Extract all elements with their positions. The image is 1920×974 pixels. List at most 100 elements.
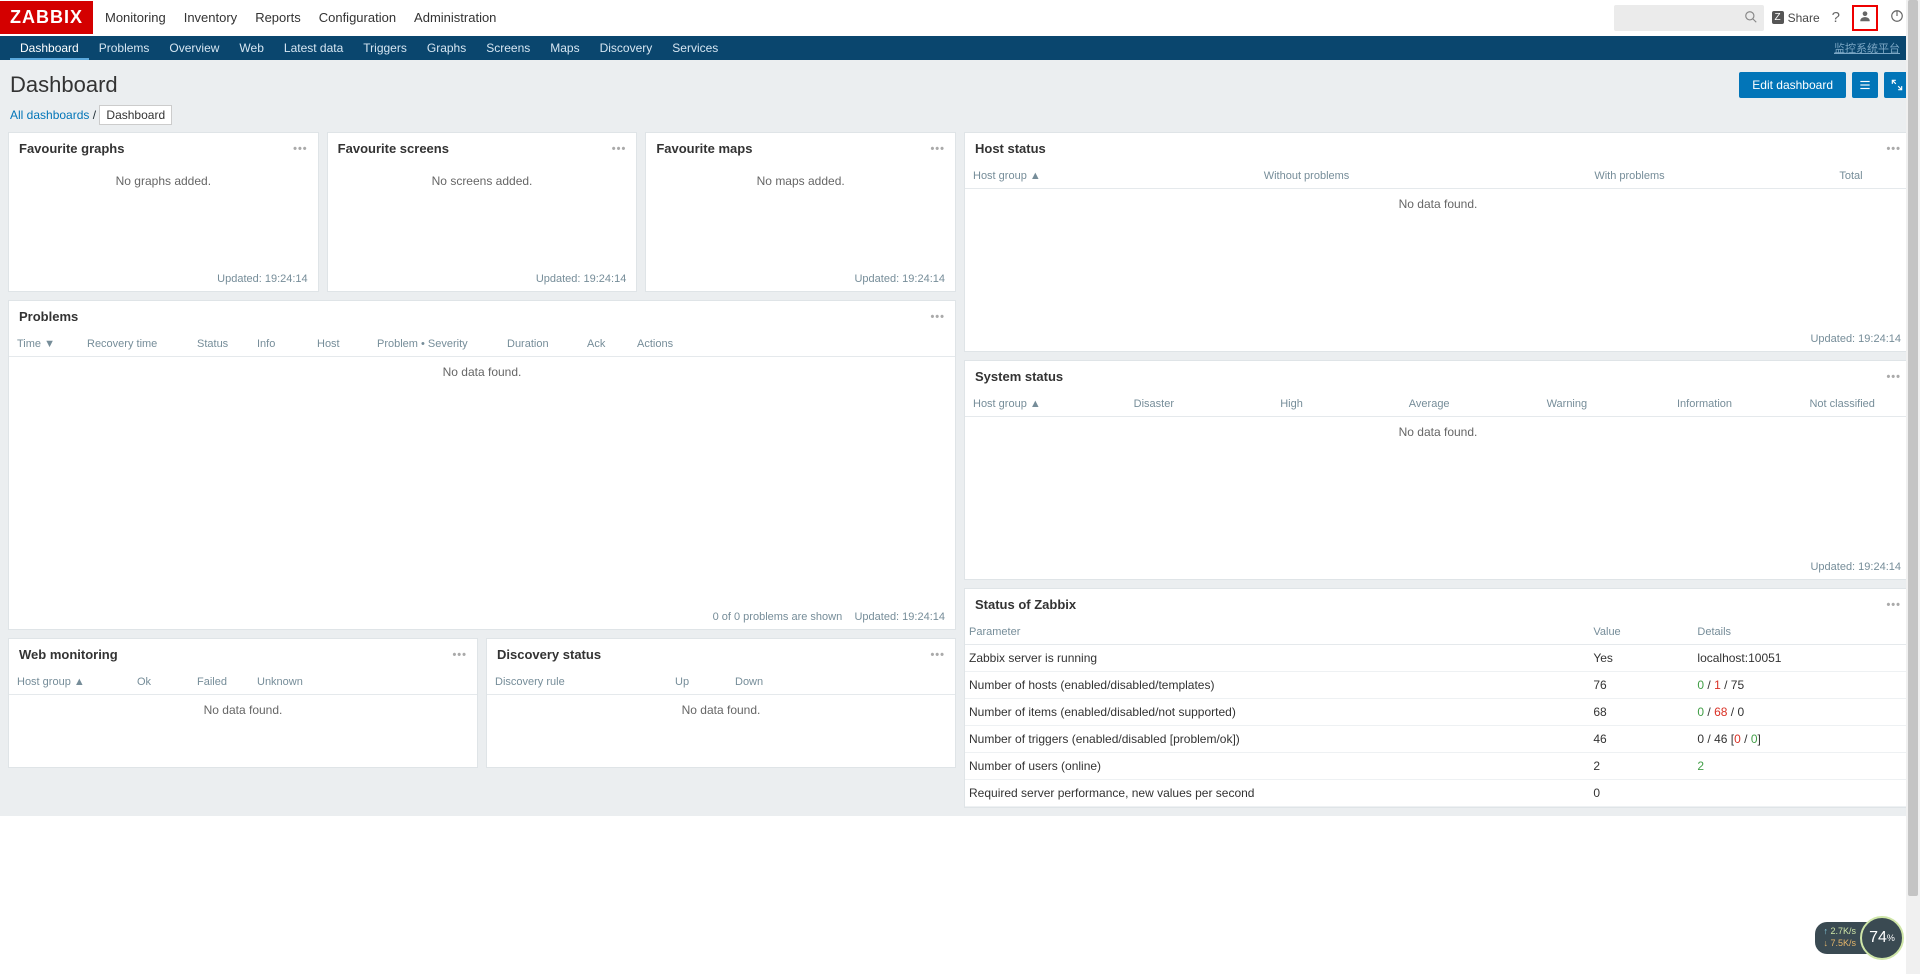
network-widget[interactable]: ↑ 2.7K/s ↓ 7.5K/s 74%	[1815, 916, 1904, 960]
hoststatus-updated: Updated: 19:24:14	[965, 329, 1911, 351]
cell-value: 68	[1589, 699, 1693, 726]
problems-col-info[interactable]: Info	[249, 338, 309, 350]
widget-menu-icon[interactable]: •••	[930, 311, 945, 323]
problems-header: Time ▼ Recovery time Status Info Host Pr…	[9, 332, 955, 357]
vertical-scrollbar[interactable]	[1906, 0, 1920, 974]
problems-col-time[interactable]: Time ▼	[9, 338, 79, 350]
zabbixstatus-col-value[interactable]: Value	[1589, 620, 1693, 645]
share-button[interactable]: Z Share	[1772, 11, 1820, 25]
logout-icon[interactable]	[1886, 5, 1908, 31]
edit-dashboard-button[interactable]: Edit dashboard	[1739, 72, 1846, 98]
widget-menu-icon[interactable]: •••	[930, 649, 945, 661]
hoststatus-col-total[interactable]: Total	[1791, 170, 1911, 182]
hoststatus-col-without[interactable]: Without problems	[1145, 170, 1468, 182]
problems-count: 0 of 0 problems are shown	[713, 611, 843, 623]
cell-param: Required server performance, new values …	[965, 780, 1589, 807]
sysstatus-col-hostgroup[interactable]: Host group ▲	[965, 398, 1085, 410]
webmon-col-unknown[interactable]: Unknown	[249, 676, 329, 688]
table-row: Number of hosts (enabled/disabled/templa…	[965, 672, 1911, 699]
sysstatus-col-information[interactable]: Information	[1636, 398, 1774, 410]
widget-menu-icon[interactable]: •••	[452, 649, 467, 661]
subnav-maps[interactable]: Maps	[540, 36, 589, 60]
zabbixstatus-col-details[interactable]: Details	[1693, 620, 1911, 645]
widget-fav-screens: Favourite screens••• No screens added. U…	[327, 132, 638, 292]
share-label: Share	[1788, 11, 1820, 25]
widget-menu-icon[interactable]: •••	[1886, 599, 1901, 611]
hoststatus-col-with[interactable]: With problems	[1468, 170, 1791, 182]
sysstatus-col-warning[interactable]: Warning	[1498, 398, 1636, 410]
widget-discovery: Discovery status••• Discovery rule Up Do…	[486, 638, 956, 768]
discovery-col-rule[interactable]: Discovery rule	[487, 676, 667, 688]
problems-col-duration[interactable]: Duration	[499, 338, 579, 350]
search-input[interactable]	[1614, 5, 1764, 31]
breadcrumb-current: Dashboard	[99, 105, 172, 125]
zabbixstatus-col-param[interactable]: Parameter	[965, 620, 1589, 645]
widget-menu-icon[interactable]: •••	[293, 143, 308, 155]
subnav-web[interactable]: Web	[229, 36, 273, 60]
widget-menu-icon[interactable]: •••	[1886, 143, 1901, 155]
discovery-col-down[interactable]: Down	[727, 676, 787, 688]
topnav-configuration[interactable]: Configuration	[319, 2, 396, 33]
subnav-dashboard[interactable]: Dashboard	[10, 36, 89, 60]
net-pct: 74	[1869, 929, 1887, 947]
problems-updated: Updated: 19:24:14	[854, 611, 945, 623]
sysstatus-col-high[interactable]: High	[1223, 398, 1361, 410]
topnav-reports[interactable]: Reports	[255, 2, 301, 33]
net-down: 7.5K/s	[1830, 938, 1856, 948]
sysstatus-col-notclassified[interactable]: Not classified	[1773, 398, 1911, 410]
scrollbar-thumb[interactable]	[1908, 0, 1918, 896]
cell-details	[1693, 780, 1911, 807]
subnav-latestdata[interactable]: Latest data	[274, 36, 353, 60]
page-actions: Edit dashboard	[1739, 72, 1910, 98]
problems-col-host[interactable]: Host	[309, 338, 369, 350]
subnav-screens[interactable]: Screens	[476, 36, 540, 60]
net-pct-suffix: %	[1887, 933, 1895, 943]
problems-col-status[interactable]: Status	[189, 338, 249, 350]
network-ball[interactable]: 74%	[1860, 916, 1904, 960]
help-icon[interactable]: ?	[1828, 5, 1844, 30]
subnav-problems[interactable]: Problems	[89, 36, 160, 60]
discovery-col-up[interactable]: Up	[667, 676, 727, 688]
widget-menu-icon[interactable]: •••	[930, 143, 945, 155]
webmon-col-ok[interactable]: Ok	[129, 676, 189, 688]
subnav-right-link[interactable]: 监控系统平台	[1834, 40, 1910, 56]
table-row: Zabbix server is runningYeslocalhost:100…	[965, 645, 1911, 672]
sysstatus-col-disaster[interactable]: Disaster	[1085, 398, 1223, 410]
webmon-title: Web monitoring	[19, 647, 118, 662]
topnav-monitoring[interactable]: Monitoring	[105, 2, 166, 33]
webmon-col-failed[interactable]: Failed	[189, 676, 249, 688]
problems-col-ack[interactable]: Ack	[579, 338, 629, 350]
problems-col-actions[interactable]: Actions	[629, 338, 689, 350]
subnav-overview[interactable]: Overview	[159, 36, 229, 60]
widget-menu-icon[interactable]: •••	[1886, 371, 1901, 383]
widget-menu-icon[interactable]: •••	[612, 143, 627, 155]
hoststatus-col-hostgroup[interactable]: Host group ▲	[965, 170, 1145, 182]
subnav-services[interactable]: Services	[662, 36, 728, 60]
cell-details: 0 / 68 / 0	[1693, 699, 1911, 726]
breadcrumb-all[interactable]: All dashboards	[10, 108, 89, 122]
cell-value: 46	[1589, 726, 1693, 753]
page-header: Dashboard Edit dashboard	[0, 60, 1920, 108]
webmon-col-hostgroup[interactable]: Host group ▲	[9, 676, 129, 688]
hoststatus-header: Host group ▲ Without problems With probl…	[965, 164, 1911, 189]
sysstatus-col-average[interactable]: Average	[1360, 398, 1498, 410]
subnav-graphs[interactable]: Graphs	[417, 36, 476, 60]
webmon-nodata: No data found.	[9, 695, 477, 725]
search-icon[interactable]	[1744, 10, 1758, 27]
widget-fav-maps: Favourite maps••• No maps added. Updated…	[645, 132, 956, 292]
user-icon[interactable]	[1852, 5, 1878, 31]
table-row: Number of items (enabled/disabled/not su…	[965, 699, 1911, 726]
subnav-triggers[interactable]: Triggers	[353, 36, 417, 60]
cell-value: Yes	[1589, 645, 1693, 672]
dashboard-wrap: Favourite graphs••• No graphs added. Upd…	[0, 132, 1920, 816]
brand-logo[interactable]: ZABBIX	[0, 1, 93, 34]
sysstatus-updated: Updated: 19:24:14	[965, 557, 1911, 579]
subnav-discovery[interactable]: Discovery	[590, 36, 663, 60]
menu-icon[interactable]	[1852, 72, 1878, 98]
topnav-inventory[interactable]: Inventory	[184, 2, 237, 33]
bottom-row: Web monitoring ••• Host group ▲ Ok Failed…	[8, 638, 956, 768]
topnav-administration[interactable]: Administration	[414, 2, 496, 33]
breadcrumb-sep: /	[93, 108, 96, 122]
problems-col-problem[interactable]: Problem • Severity	[369, 338, 499, 350]
problems-col-recovery[interactable]: Recovery time	[79, 338, 189, 350]
